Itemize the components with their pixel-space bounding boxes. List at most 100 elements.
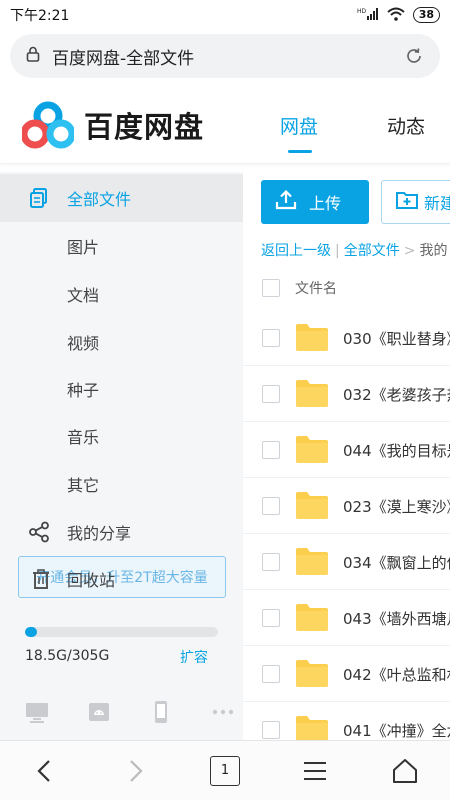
tab-count: 1 <box>210 755 240 786</box>
file-name: 034《飘窗上的仙 <box>343 554 450 572</box>
folder-icon <box>295 434 329 464</box>
folder-icon <box>295 658 329 688</box>
breadcrumb: 返回上一级 | 全部文件 > 我的 <box>261 240 447 260</box>
sidebar-item-label: 视频 <box>67 334 100 353</box>
desktop-icon[interactable] <box>25 700 49 724</box>
wifi-icon <box>387 7 405 24</box>
file-checkbox[interactable] <box>262 329 280 347</box>
breadcrumb-root-link[interactable]: 全部文件 <box>344 243 400 259</box>
sidebar-item-documents[interactable]: 文档 <box>0 270 243 318</box>
tab-activity[interactable]: 动态 <box>387 112 425 139</box>
select-all-checkbox[interactable] <box>262 279 280 297</box>
breadcrumb-divider: | <box>335 243 340 259</box>
file-list-header: 文件名 <box>243 266 450 310</box>
status-bar: 下午2:21 HD 38 <box>0 0 450 30</box>
file-row[interactable]: 023《漠上寒沙》 <box>243 478 450 534</box>
home-icon[interactable] <box>390 756 420 786</box>
sidebar-item-label: 我的分享 <box>67 524 132 543</box>
file-row[interactable]: 030《职业替身》 <box>243 310 450 366</box>
folder-icon <box>295 378 329 408</box>
file-list-panel: 上传 新建 返回上一级 | 全部文件 > 我的 文件名 030《职业替身》 032《老婆孩… <box>243 172 450 740</box>
reload-icon[interactable] <box>404 46 424 66</box>
sidebar-item-others[interactable]: 其它 <box>0 460 243 508</box>
files-icon <box>28 187 50 209</box>
file-name: 030《职业替身》 <box>343 330 450 348</box>
folder-icon <box>295 490 329 520</box>
app-header: 百度网盘 网盘 动态 <box>0 86 450 164</box>
chevron-right-icon: > <box>403 243 416 259</box>
file-row[interactable]: 042《叶总监和林 <box>243 646 450 702</box>
network-type: HD <box>357 8 367 15</box>
upload-icon <box>275 189 297 214</box>
sidebar-item-torrents[interactable]: 种子 <box>0 365 243 413</box>
forward-icon[interactable] <box>120 756 150 786</box>
sidebar-item-label: 文档 <box>67 286 100 305</box>
new-folder-button[interactable]: 新建 <box>381 180 450 224</box>
sidebar-item-label: 回收站 <box>67 571 116 590</box>
folder-icon <box>295 322 329 352</box>
file-row[interactable]: 041《冲撞》全六 <box>243 702 450 740</box>
file-name: 043《墙外西塘月 <box>343 610 450 628</box>
signal-icon: HD <box>357 7 379 24</box>
breadcrumb-back-link[interactable]: 返回上一级 <box>261 243 331 259</box>
lock-icon <box>26 46 40 66</box>
upload-button[interactable]: 上传 <box>261 180 369 224</box>
sidebar: 全部文件 图片 文档 视频 种子 音乐 其它 我的分享 开通会员，升至2T超大容… <box>0 172 243 740</box>
new-folder-icon <box>396 190 418 214</box>
file-checkbox[interactable] <box>262 553 280 571</box>
android-icon[interactable] <box>87 700 111 724</box>
folder-icon <box>295 714 329 740</box>
file-row[interactable]: 043《墙外西塘月 <box>243 590 450 646</box>
back-icon[interactable] <box>30 756 60 786</box>
file-row[interactable]: 034《飘窗上的仙 <box>243 534 450 590</box>
sidebar-item-label: 音乐 <box>67 428 100 447</box>
sidebar-item-videos[interactable]: 视频 <box>0 318 243 366</box>
storage-usage-text: 18.5G/305G <box>25 648 110 664</box>
file-checkbox[interactable] <box>262 441 280 459</box>
new-folder-label: 新建 <box>424 194 450 213</box>
sidebar-item-pictures[interactable]: 图片 <box>0 222 243 270</box>
brand-name: 百度网盘 <box>84 110 205 144</box>
file-name: 044《我的目标是 <box>343 442 450 460</box>
sidebar-item-recycle-bin[interactable]: 回收站 <box>0 555 243 603</box>
sidebar-item-label: 种子 <box>67 381 100 400</box>
sidebar-item-all-files[interactable]: 全部文件 <box>0 174 243 222</box>
sidebar-item-label: 全部文件 <box>67 190 132 209</box>
device-icons <box>25 700 235 724</box>
sidebar-item-label: 其它 <box>67 476 100 495</box>
file-checkbox[interactable] <box>262 497 280 515</box>
file-row[interactable]: 044《我的目标是 <box>243 422 450 478</box>
breadcrumb-current: 我的 <box>419 243 448 259</box>
more-icon[interactable] <box>211 700 235 724</box>
file-checkbox[interactable] <box>262 721 280 739</box>
file-row[interactable]: 032《老婆孩子热 <box>243 366 450 422</box>
file-name: 042《叶总监和林 <box>343 666 450 684</box>
status-time: 下午2:21 <box>10 8 70 24</box>
upload-label: 上传 <box>309 194 342 213</box>
menu-icon[interactable] <box>300 756 330 786</box>
phone-icon[interactable] <box>149 700 173 724</box>
tab-netdisk[interactable]: 网盘 <box>280 112 318 153</box>
baidu-netdisk-logo <box>20 100 76 152</box>
folder-icon <box>295 602 329 632</box>
page-title: 百度网盘-全部文件 <box>52 48 195 69</box>
file-name: 032《老婆孩子热 <box>343 386 450 404</box>
file-checkbox[interactable] <box>262 665 280 683</box>
file-name: 041《冲撞》全六 <box>343 722 450 740</box>
tabs-button[interactable]: 1 <box>210 755 240 786</box>
battery-icon: 38 <box>412 7 440 23</box>
file-checkbox[interactable] <box>262 609 280 627</box>
storage-usage-bar <box>25 627 218 637</box>
expand-storage-link[interactable]: 扩容 <box>180 647 208 667</box>
sidebar-item-my-shares[interactable]: 我的分享 <box>0 508 243 556</box>
file-checkbox[interactable] <box>262 385 280 403</box>
sidebar-item-label: 图片 <box>67 238 100 257</box>
column-header-filename: 文件名 <box>295 281 337 297</box>
sidebar-item-music[interactable]: 音乐 <box>0 412 243 460</box>
status-icons: HD 38 <box>357 7 440 24</box>
trash-icon <box>31 568 53 590</box>
folder-icon <box>295 546 329 576</box>
share-icon <box>28 521 50 543</box>
address-bar[interactable]: 百度网盘-全部文件 <box>10 34 440 78</box>
browser-nav-bar: 1 <box>0 740 450 800</box>
